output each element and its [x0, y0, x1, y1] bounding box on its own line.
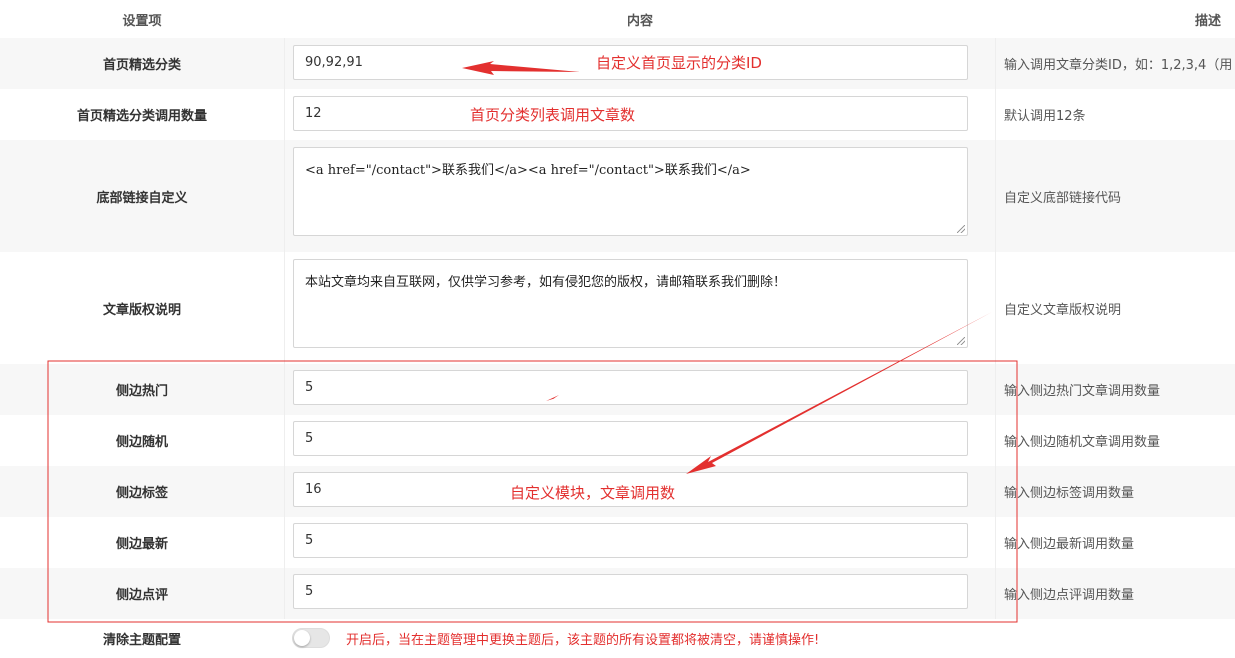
resize-handle[interactable]: [957, 337, 965, 345]
header-description: 描述: [1194, 13, 1221, 29]
copyright-textarea[interactable]: 本站文章均来自互联网，仅供学习参考，如有侵犯您的版权，请邮箱联系我们删除！: [293, 259, 968, 348]
row-label: 侧边标签: [115, 486, 168, 501]
clear-config-toggle[interactable]: [292, 628, 330, 648]
row-label: 首页精选分类调用数量: [76, 109, 207, 124]
annotation-article-count: 首页分类列表调用文章数: [470, 106, 636, 124]
row-footer-links: 底部链接自定义 <a href="/contact">联系我们</a><a hr…: [0, 140, 1235, 252]
row-description: 输入侧边热门文章调用数量: [1004, 384, 1161, 399]
row-label: 侧边最新: [115, 537, 168, 552]
annotation-custom-module: 自定义模块，文章调用数: [510, 484, 676, 502]
row-description: 默认调用12条: [1004, 109, 1086, 124]
toggle-knob: [294, 630, 310, 646]
clear-config-warning: 开启后，当在主题管理中更换主题后，该主题的所有设置都将被清空，请谨慎操作!: [346, 633, 820, 648]
row-description: 输入调用文章分类ID，如：1,2,3,4（用: [1004, 58, 1233, 73]
footer-links-textarea[interactable]: <a href="/contact">联系我们</a><a href="/con…: [293, 147, 968, 236]
row-label: 侧边随机: [115, 435, 168, 450]
sidebar-hot-input[interactable]: 5: [293, 370, 968, 405]
row-sidebar-hot: 侧边热门 5 输入侧边热门文章调用数量: [0, 364, 1235, 415]
row-description: 自定义文章版权说明: [1004, 302, 1122, 318]
sidebar-comments-input[interactable]: 5: [293, 574, 968, 609]
row-label: 首页精选分类: [102, 58, 181, 73]
row-sidebar-random: 侧边随机 5 输入侧边随机文章调用数量: [0, 415, 1235, 466]
row-description: 输入侧边随机文章调用数量: [1004, 435, 1161, 450]
row-featured-count: 首页精选分类调用数量 12 首页分类列表调用文章数 默认调用12条: [0, 89, 1235, 140]
row-copyright: 文章版权说明 本站文章均来自互联网，仅供学习参考，如有侵犯您的版权，请邮箱联系我…: [0, 252, 1235, 364]
row-label: 文章版权说明: [102, 302, 181, 318]
header-content: 内容: [626, 13, 653, 29]
row-featured-category: 首页精选分类 90,92,91 自定义首页显示的分类ID 输入调用文章分类ID，…: [0, 38, 1235, 89]
table-header: 设置项 内容 描述: [0, 0, 1235, 38]
sidebar-random-input[interactable]: 5: [293, 421, 968, 456]
annotation-category-id: 自定义首页显示的分类ID: [596, 54, 762, 72]
row-label: 侧边热门: [115, 384, 168, 399]
sidebar-latest-input[interactable]: 5: [293, 523, 968, 558]
row-description: 输入侧边标签调用数量: [1004, 486, 1135, 501]
row-sidebar-comments: 侧边点评 5 输入侧边点评调用数量: [0, 568, 1235, 619]
row-sidebar-latest: 侧边最新 5 输入侧边最新调用数量: [0, 517, 1235, 568]
row-label: 底部链接自定义: [96, 190, 188, 206]
row-clear-config: 清除主题配置 开启后，当在主题管理中更换主题后，该主题的所有设置都将被清空，请谨…: [0, 619, 1235, 658]
textarea-value: 本站文章均来自互联网，仅供学习参考，如有侵犯您的版权，请邮箱联系我们删除！: [305, 275, 787, 290]
row-label: 清除主题配置: [102, 633, 181, 648]
header-setting: 设置项: [122, 13, 162, 29]
row-label: 侧边点评: [115, 588, 168, 603]
row-description: 自定义底部链接代码: [1004, 190, 1122, 206]
row-description: 输入侧边最新调用数量: [1004, 537, 1135, 552]
resize-handle[interactable]: [957, 225, 965, 233]
row-description: 输入侧边点评调用数量: [1004, 588, 1135, 603]
row-sidebar-tags: 侧边标签 16 自定义模块，文章调用数 输入侧边标签调用数量: [0, 466, 1235, 517]
textarea-value: <a href="/contact">联系我们</a><a href="/con…: [305, 163, 751, 178]
